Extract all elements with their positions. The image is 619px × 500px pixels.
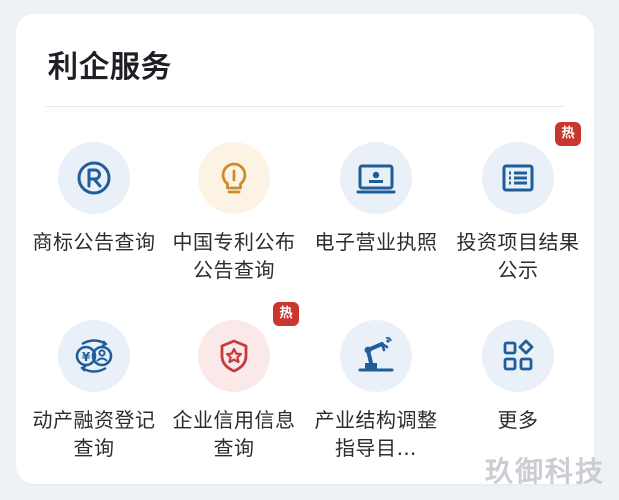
service-item-label: 动产融资登记查询 <box>32 408 156 460</box>
more-grid-icon <box>482 320 554 392</box>
service-item-more[interactable]: 更多 <box>448 320 588 434</box>
document-list-icon <box>482 142 554 214</box>
robot-arm-icon <box>340 320 412 392</box>
service-item-patent[interactable]: 中国专利公布公告查询 <box>164 142 304 284</box>
card-title: 利企服务 <box>48 50 172 85</box>
lightbulb-icon <box>198 142 270 214</box>
license-card-icon <box>340 142 412 214</box>
service-card: 利企服务 商标公告查询 中国专利公布公告查询 电子营业执照 投资项目结果公示 ¥… <box>16 14 594 484</box>
trademark-r-icon <box>58 142 130 214</box>
hot-badge: 热 <box>273 302 299 326</box>
service-item-movable-finance[interactable]: ¥ 动产融资登记查询 <box>24 320 164 462</box>
service-item-trademark[interactable]: 商标公告查询 <box>24 142 164 256</box>
service-item-label: 产业结构调整指导目… <box>314 408 438 460</box>
service-item-industry-guide[interactable]: 产业结构调整指导目… <box>306 320 446 462</box>
service-item-label: 企业信用信息查询 <box>172 408 296 460</box>
divider <box>46 106 564 107</box>
shield-star-icon <box>198 320 270 392</box>
service-item-label: 商标公告查询 <box>32 230 156 254</box>
service-item-credit[interactable]: 企业信用信息查询 <box>164 320 304 462</box>
service-item-investment[interactable]: 投资项目结果公示 <box>448 142 588 284</box>
finance-exchange-icon: ¥ <box>58 320 130 392</box>
service-item-e-license[interactable]: 电子营业执照 <box>306 142 446 256</box>
watermark: 玖御科技 <box>484 455 605 488</box>
service-item-label: 中国专利公布公告查询 <box>172 230 296 282</box>
svg-text:¥: ¥ <box>82 350 91 364</box>
hot-badge: 热 <box>555 122 581 146</box>
service-item-label: 电子营业执照 <box>314 230 438 254</box>
service-item-label: 更多 <box>497 408 539 432</box>
service-item-label: 投资项目结果公示 <box>456 230 580 282</box>
